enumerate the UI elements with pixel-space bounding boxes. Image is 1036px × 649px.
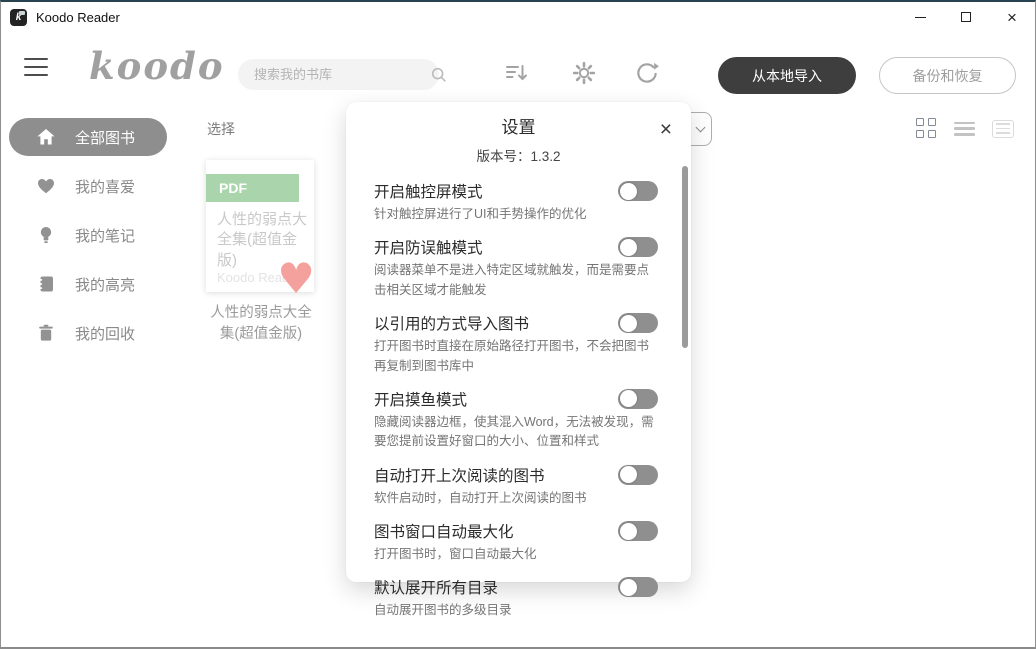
import-local-button[interactable]: 从本地导入: [718, 57, 856, 94]
sidebar-item-label: 我的高亮: [75, 274, 135, 295]
modal-close-icon[interactable]: ×: [660, 119, 672, 140]
minimize-button[interactable]: [897, 2, 943, 32]
sidebar-nav: 全部图书 我的喜爱 我的笔记 我的高亮 我的回收: [1, 118, 197, 352]
window-title: Koodo Reader: [36, 10, 120, 25]
list-view-icon[interactable]: [954, 122, 975, 136]
toggle-knob: [620, 239, 637, 256]
toolbar: koodo: [1, 32, 1035, 102]
settings-option: 以引用的方式导入图书 打开图书时直接在原始路径打开图书，不会把图书再复制到图书库…: [374, 312, 658, 376]
backup-restore-button[interactable]: 备份和恢复: [879, 57, 1016, 94]
book-title-caption[interactable]: 人性的弱点大全集(超值金版): [199, 303, 323, 345]
toggle-knob: [620, 315, 637, 332]
settings-version: 版本号：1.3.2: [346, 145, 691, 165]
toggle-switch[interactable]: [618, 237, 658, 257]
settings-option: 开启摸鱼模式 隐藏阅读器边框，使其混入Word，无法被发现，需要您提前设置好窗口…: [374, 388, 658, 452]
sidebar-item-label: 我的笔记: [75, 225, 135, 246]
sidebar-item-book[interactable]: 我的高亮: [9, 265, 167, 303]
option-description: 打开图书时，窗口自动最大化: [374, 545, 658, 564]
sidebar-item-home[interactable]: 全部图书: [9, 118, 167, 156]
toggle-knob: [620, 579, 637, 596]
hamburger-menu-icon[interactable]: [24, 58, 48, 76]
settings-modal: 设置 版本号：1.3.2 × 开启触控屏模式 针对触控屏进行了UI和手势操作的优…: [346, 102, 691, 582]
settings-title: 设置: [346, 102, 691, 138]
sidebar: 全部图书 我的喜爱 我的笔记 我的高亮 我的回收: [1, 102, 197, 647]
maximize-button[interactable]: [943, 2, 989, 32]
option-label: 开启摸鱼模式: [374, 388, 467, 410]
settings-gear-icon[interactable]: [569, 58, 599, 88]
toggle-knob: [620, 390, 637, 407]
settings-option: 自动打开上次阅读的图书 软件启动时，自动打开上次阅读的图书: [374, 464, 658, 508]
toggle-switch[interactable]: [618, 313, 658, 333]
option-label: 以引用的方式导入图书: [374, 312, 529, 334]
koodo-logo: koodo: [89, 44, 225, 88]
toggle-switch[interactable]: [618, 521, 658, 541]
book-card[interactable]: PDF 人性的弱点大全集(超值金版) Koodo Reader ♥: [206, 160, 314, 292]
window-controls: ×: [897, 2, 1035, 32]
format-badge: PDF: [206, 174, 299, 202]
heart-icon: [36, 176, 56, 196]
toggle-switch[interactable]: [618, 389, 658, 409]
search-icon[interactable]: [430, 66, 448, 84]
option-description: 打开图书时直接在原始路径打开图书，不会把图书再复制到图书库中: [374, 337, 658, 376]
trash-icon: [36, 323, 56, 343]
book-icon: [36, 274, 56, 294]
search-box[interactable]: [238, 59, 439, 90]
toggle-switch[interactable]: [618, 465, 658, 485]
close-icon: ×: [1007, 9, 1017, 26]
favorite-heart-icon[interactable]: ♥: [277, 258, 315, 300]
sync-icon[interactable]: [632, 58, 662, 88]
app-logo-icon: k: [10, 9, 27, 26]
close-button[interactable]: ×: [989, 2, 1035, 32]
option-description: 隐藏阅读器边框，使其混入Word，无法被发现，需要您提前设置好窗口的大小、位置和…: [374, 413, 658, 452]
toggle-knob: [620, 523, 637, 540]
search-input[interactable]: [254, 67, 430, 82]
option-label: 图书窗口自动最大化: [374, 520, 514, 542]
app-window: k Koodo Reader × koodo: [0, 0, 1036, 649]
settings-options-list: 开启触控屏模式 针对触控屏进行了UI和手势操作的优化 开启防误触模式 阅读器菜单…: [346, 165, 691, 621]
home-icon: [36, 127, 56, 147]
toggle-switch[interactable]: [618, 577, 658, 597]
titlebar: k Koodo Reader ×: [1, 2, 1035, 32]
modal-scrollbar-thumb[interactable]: [682, 166, 688, 348]
sidebar-item-bulb[interactable]: 我的笔记: [9, 216, 167, 254]
sidebar-item-label: 全部图书: [75, 127, 135, 148]
toggle-knob: [620, 183, 637, 200]
select-mode-link[interactable]: 选择: [207, 119, 235, 139]
option-label: 开启触控屏模式: [374, 180, 483, 202]
sort-icon[interactable]: [501, 58, 531, 88]
bulb-icon: [36, 225, 56, 245]
toggle-knob: [620, 466, 637, 483]
toggle-switch[interactable]: [618, 181, 658, 201]
grid-view-icon[interactable]: [916, 118, 937, 139]
sidebar-item-heart[interactable]: 我的喜爱: [9, 167, 167, 205]
option-label: 自动打开上次阅读的图书: [374, 464, 545, 486]
option-label: 默认展开所有目录: [374, 576, 498, 598]
settings-option: 开启防误触模式 阅读器菜单不是进入特定区域就触发，而是需要点击相关区域才能触发: [374, 236, 658, 300]
option-description: 阅读器菜单不是进入特定区域就触发，而是需要点击相关区域才能触发: [374, 261, 658, 300]
sidebar-item-label: 我的喜爱: [75, 176, 135, 197]
sidebar-item-label: 我的回收: [75, 323, 135, 344]
settings-option: 开启触控屏模式 针对触控屏进行了UI和手势操作的优化: [374, 180, 658, 224]
detail-view-icon[interactable]: [992, 120, 1014, 138]
chevron-down-icon: [696, 123, 706, 133]
maximize-icon: [961, 12, 971, 22]
sidebar-item-trash[interactable]: 我的回收: [9, 314, 167, 352]
option-label: 开启防误触模式: [374, 236, 483, 258]
view-mode-switcher: [916, 118, 1014, 139]
option-description: 针对触控屏进行了UI和手势操作的优化: [374, 205, 658, 224]
settings-option: 默认展开所有目录 自动展开图书的多级目录: [374, 576, 658, 620]
option-description: 自动展开图书的多级目录: [374, 601, 658, 620]
minimize-icon: [915, 17, 926, 18]
settings-option: 图书窗口自动最大化 打开图书时，窗口自动最大化: [374, 520, 658, 564]
option-description: 软件启动时，自动打开上次阅读的图书: [374, 489, 658, 508]
